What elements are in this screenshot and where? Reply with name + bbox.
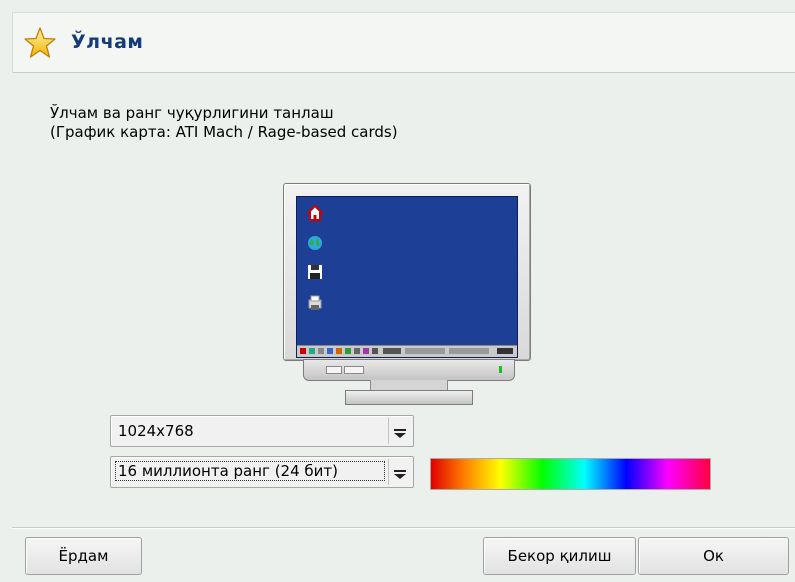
printer-icon [308,295,322,310]
intro-text: Ўлчам ва ранг чуқурлигини танлаш (График… [50,104,398,142]
footer-divider [12,527,795,529]
ok-button[interactable]: Ок [638,537,789,575]
dropdown-arrow-icon[interactable] [388,418,411,444]
monitor-stand [345,390,473,405]
cancel-button[interactable]: Бекор қилиш [483,537,636,575]
color-depth-value: 16 миллионта ранг (24 бит) [115,461,385,481]
floppy-icon [308,265,322,279]
globe-icon [308,236,322,250]
header-divider [13,72,795,73]
resolution-value: 1024x768 [118,422,194,440]
help-button[interactable]: Ёрдам [25,537,142,575]
monitor-bezel [283,183,531,361]
intro-line-2: (График карта: ATI Mach / Rage-based car… [50,123,398,141]
resolution-select[interactable]: 1024x768 [110,415,414,447]
color-depth-select[interactable]: 16 миллионта ранг (24 бит) [110,456,414,488]
color-spectrum-preview [430,458,711,490]
monitor-neck [370,380,448,390]
monitor-base [303,359,515,381]
intro-line-1: Ўлчам ва ранг чуқурлигини танлаш [50,104,334,122]
header-banner: Ўлчам [12,12,795,73]
star-icon [24,27,56,58]
taskbar [297,345,517,357]
home-icon [307,205,323,221]
page-title: Ўлчам [71,31,144,53]
dropdown-arrow-icon[interactable] [388,459,411,485]
monitor-screen [296,196,518,358]
power-led [499,366,502,373]
monitor-preview [283,183,531,406]
